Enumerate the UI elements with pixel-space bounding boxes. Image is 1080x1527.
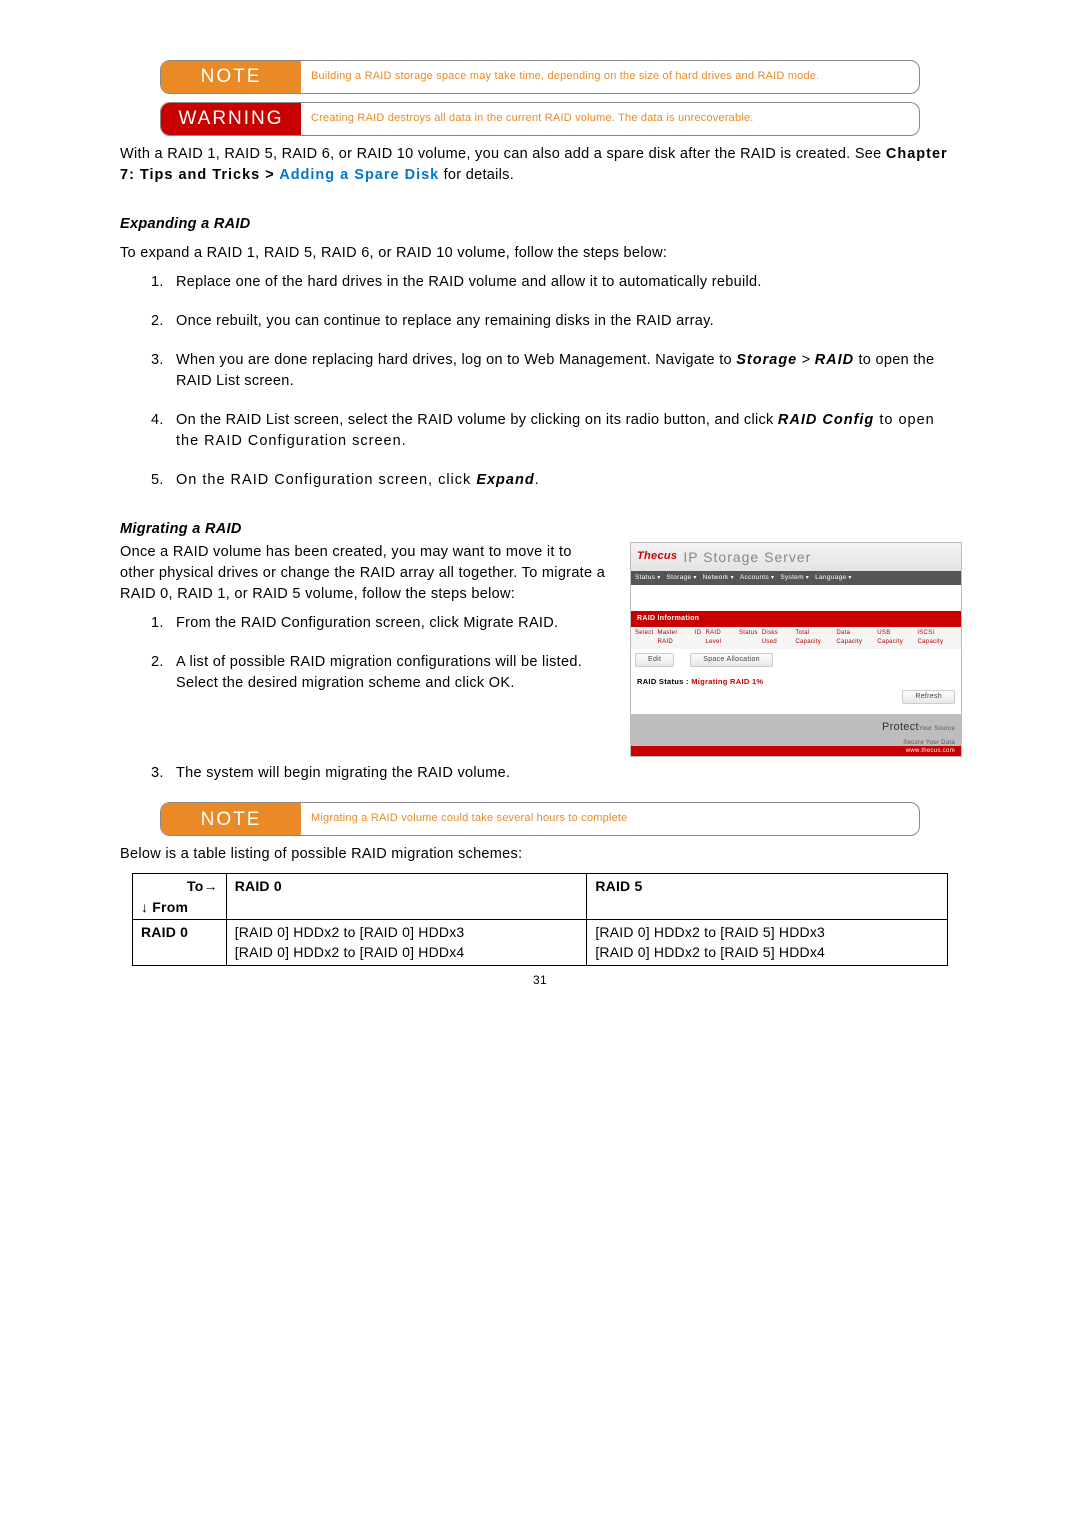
migration-schemes-table: To→ ↓ From RAID 0 RAID 5 RAID 0 [RAID 0]… [132,873,948,965]
ss-protect-sub1: Your Source [919,726,955,732]
from-label: ↓ From [141,897,218,917]
intro-post: for details. [439,167,514,183]
col-usb: USB Capacity [877,629,913,646]
migrating-raid-heading: Migrating a RAID [120,519,960,540]
col-iscsi: iSCSI Capacity [918,629,957,646]
ss-status-value: Migrating RAID 1% [691,677,763,686]
s4a: On the RAID List screen, select the RAID… [176,412,778,428]
migrate-step-3: The system will begin migrating the RAID… [168,763,960,784]
expanding-raid-steps: Replace one of the hard drives in the RA… [120,272,960,491]
migrate-step-1: From the RAID Configuration screen, clic… [168,613,610,634]
r1c2a: [RAID 0] HDDx2 to [RAID 5] HDDx3 [595,922,939,942]
col-total: Total Capacity [795,629,832,646]
col-data: Data Capacity [836,629,873,646]
ss-edit-button[interactable]: Edit [635,653,674,667]
ss-columns: Select Master RAID ID RAID Level Status … [631,627,961,648]
ss-title: IP Storage Server [683,547,811,567]
migrating-raid-steps-cont: The system will begin migrating the RAID… [120,763,960,784]
ss-nav-language[interactable]: Language [815,573,852,583]
ss-refresh-button[interactable]: Refresh [902,690,955,704]
expanding-raid-lead: To expand a RAID 1, RAID 5, RAID 6, or R… [120,243,960,264]
note-callout-2: NOTE Migrating a RAID volume could take … [160,802,920,836]
s4b: RAID Config [778,412,874,428]
col-id: ID [695,629,702,646]
r1c1a: [RAID 0] HDDx2 to [RAID 0] HDDx3 [235,922,579,942]
s3b: Storage [736,352,797,368]
adding-spare-disk-link[interactable]: Adding a Spare Disk [279,167,439,183]
col-raid0: RAID 0 [226,874,587,920]
expand-step-1: Replace one of the hard drives in the RA… [168,272,960,293]
s5c: . [535,472,539,488]
col-raid5: RAID 5 [587,874,948,920]
migrating-raid-lead: Once a RAID volume has been created, you… [120,542,610,605]
ss-status-label: RAID Status : [637,677,689,686]
col-disks: Disks Used [762,629,792,646]
ss-nav-status[interactable]: Status [635,573,661,583]
expand-step-5: On the RAID Configuration screen, click … [168,470,960,491]
migrating-raid-steps: From the RAID Configuration screen, clic… [120,613,610,694]
ss-nav-accounts[interactable]: Accounts [740,573,774,583]
warning-body: Creating RAID destroys all data in the c… [301,103,764,135]
r1c1b: [RAID 0] HDDx2 to [RAID 0] HDDx4 [235,942,579,962]
ss-panel-title: RAID Information [631,611,961,627]
s3c: > [797,352,814,368]
warning-callout: WARNING Creating RAID destroys all data … [160,102,920,136]
ss-protect-word: Protect [882,721,919,733]
ss-raid-status: RAID Status : Migrating RAID 1% [631,671,961,690]
table-corner: To→ ↓ From [133,874,227,920]
note-callout-1: NOTE Building a RAID storage space may t… [160,60,920,94]
raid-status-screenshot: Thecus IP Storage Server Status Storage … [630,542,962,757]
expanding-raid-heading: Expanding a RAID [120,214,960,235]
ss-slogan: ProtectYour Source Secure Your Data [882,720,955,748]
ss-nav: Status Storage Network Accounts System L… [631,571,961,585]
migrate-step-2: A list of possible RAID migration config… [168,652,610,694]
cell-r0-to-r5: [RAID 0] HDDx2 to [RAID 5] HDDx3 [RAID 0… [587,919,948,965]
ss-nav-system[interactable]: System [780,573,809,583]
cell-r0-to-r0: [RAID 0] HDDx2 to [RAID 0] HDDx3 [RAID 0… [226,919,587,965]
page-number: 31 [120,972,960,989]
note-label-2: NOTE [161,803,301,835]
s3a: When you are done replacing hard drives,… [176,352,736,368]
s5b: Expand [476,472,534,488]
ss-nav-storage[interactable]: Storage [667,573,697,583]
note-label: NOTE [161,61,301,93]
expand-step-3: When you are done replacing hard drives,… [168,350,960,392]
note-body-2: Migrating a RAID volume could take sever… [301,803,637,835]
s5a: On the RAID Configuration screen, click [176,472,476,488]
note-body: Building a RAID storage space may take t… [301,61,829,93]
warning-label: WARNING [161,103,301,135]
ss-logo: Thecus [637,549,677,565]
col-master: Master RAID [657,629,690,646]
col-level: RAID Level [705,629,735,646]
col-select: Select [635,629,653,646]
expand-step-4: On the RAID List screen, select the RAID… [168,410,960,452]
intro-paragraph: With a RAID 1, RAID 5, RAID 6, or RAID 1… [120,144,960,186]
ss-nav-network[interactable]: Network [703,573,734,583]
s3d: RAID [815,352,854,368]
row-raid0: RAID 0 [133,919,227,965]
expand-step-2: Once rebuilt, you can continue to replac… [168,311,960,332]
ss-protect-sub2: Secure Your Data [903,740,955,746]
migration-table-intro: Below is a table listing of possible RAI… [120,844,960,865]
to-label: To→ [141,876,218,896]
intro-pre: With a RAID 1, RAID 5, RAID 6, or RAID 1… [120,146,886,162]
r1c2b: [RAID 0] HDDx2 to [RAID 5] HDDx4 [595,942,939,962]
ss-space-button[interactable]: Space Allocation [690,653,773,667]
col-status: Status [739,629,758,646]
